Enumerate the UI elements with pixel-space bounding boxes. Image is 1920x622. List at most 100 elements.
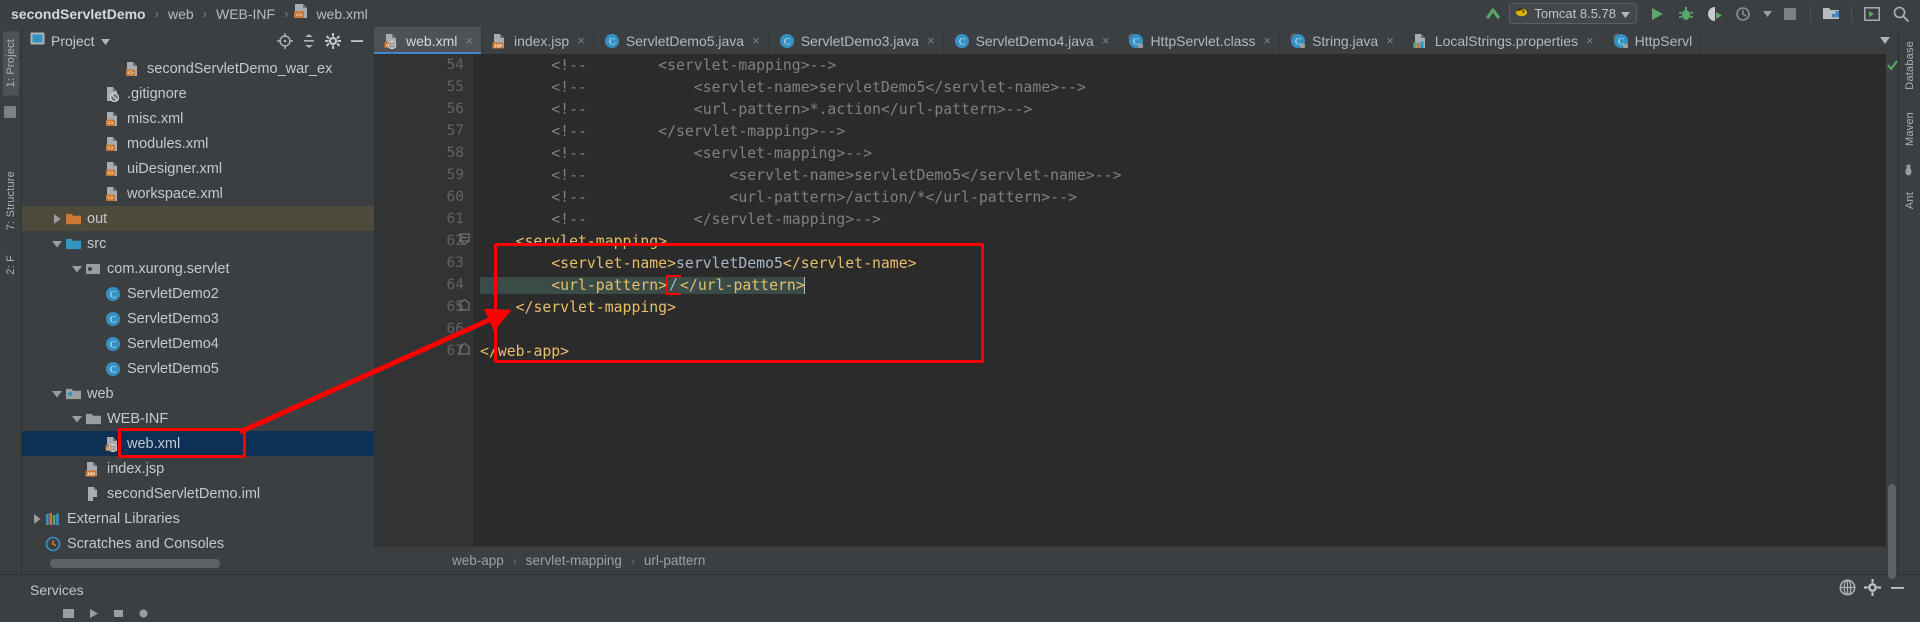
chevron-right-icon[interactable] xyxy=(50,213,64,224)
tree-item-external-libraries[interactable]: External Libraries xyxy=(22,506,374,531)
fold-end-icon[interactable] xyxy=(459,298,470,315)
chevron-down-icon[interactable] xyxy=(70,415,84,423)
code-line[interactable]: <!-- </servlet-mapping>--> xyxy=(474,120,1886,142)
code-line[interactable]: <servlet-mapping> xyxy=(474,230,1886,252)
tree-item-workspace-xml[interactable]: <> workspace.xml xyxy=(22,181,374,206)
rail-tab-project[interactable]: 1: Project xyxy=(2,31,19,96)
debug-button[interactable] xyxy=(1673,3,1699,25)
code-line[interactable] xyxy=(474,318,1886,340)
services-hide-button[interactable] xyxy=(1889,579,1906,601)
close-icon[interactable]: × xyxy=(577,33,585,48)
profiler-button[interactable] xyxy=(1731,3,1757,25)
run-anything-button[interactable] xyxy=(1859,3,1885,25)
chevron-down-icon[interactable] xyxy=(1872,27,1898,54)
chevron-down-icon[interactable] xyxy=(50,240,64,248)
services-settings-gear-icon[interactable] xyxy=(1864,578,1881,601)
search-everywhere-button[interactable] xyxy=(1888,3,1914,25)
chevron-right-icon[interactable] xyxy=(30,513,44,524)
ant-rail-icon[interactable] xyxy=(1902,164,1918,180)
services-title[interactable]: Services xyxy=(30,582,84,598)
deploy-button[interactable] xyxy=(1818,3,1844,25)
breadcrumb-webxml[interactable]: <> web.xml xyxy=(294,3,370,24)
close-icon[interactable]: × xyxy=(1263,33,1271,48)
close-icon[interactable]: × xyxy=(927,33,935,48)
code-line[interactable]: </web-app> xyxy=(474,340,1886,362)
run-configuration-selector[interactable]: Tomcat 8.5.78 xyxy=(1509,3,1637,24)
collapse-all-button[interactable] xyxy=(298,31,320,51)
fold-end-icon[interactable] xyxy=(459,342,470,359)
editor-breadcrumb-url-pattern[interactable]: url-pattern xyxy=(644,553,706,568)
editor-tab-index-jsp[interactable]: JSP index.jsp × xyxy=(482,27,594,54)
tree-item-servletdemo3[interactable]: C ServletDemo3 xyxy=(22,306,374,331)
code-line[interactable]: <!-- <servlet-mapping>--> xyxy=(474,54,1886,76)
tree-item-out[interactable]: out xyxy=(22,206,374,231)
code-line[interactable]: <servlet-name> servletDemo5 </servlet-name… xyxy=(474,252,1886,274)
rail-tab-database[interactable]: Database xyxy=(1902,33,1918,98)
project-tree[interactable]: <> secondServletDemo_war_ex .gitignore <> mi… xyxy=(22,54,374,574)
chevron-down-icon[interactable] xyxy=(50,390,64,398)
tree-item-uidesigner-xml[interactable]: <> uiDesigner.xml xyxy=(22,156,374,181)
tree-item-gitignore[interactable]: .gitignore xyxy=(22,81,374,106)
tree-item-web[interactable]: web xyxy=(22,381,374,406)
locate-file-button[interactable] xyxy=(274,31,296,51)
tree-item-servletdemo5[interactable]: C ServletDemo5 xyxy=(22,356,374,381)
services-run-icon[interactable] xyxy=(87,607,100,620)
update-application-icon[interactable] xyxy=(1480,3,1506,25)
editor-tab-httpservl[interactable]: C HttpServl xyxy=(1603,27,1702,54)
rail-tab-favorites[interactable]: 2: F xyxy=(3,247,19,283)
chevron-down-icon[interactable] xyxy=(70,265,84,273)
breadcrumb-webinf[interactable]: WEB-INF xyxy=(213,6,278,22)
run-button[interactable] xyxy=(1644,3,1670,25)
editor-vertical-scrollbar[interactable] xyxy=(1888,484,1896,579)
breadcrumb-web[interactable]: web xyxy=(165,6,197,22)
tree-item-web-inf[interactable]: WEB-INF xyxy=(22,406,374,431)
editor-tab-httpservlet-class[interactable]: C HttpServlet.class × xyxy=(1118,27,1281,54)
profiler-dropdown[interactable] xyxy=(1760,3,1774,25)
tree-item-secondservletdemo-war-ex[interactable]: <> secondServletDemo_war_ex xyxy=(22,56,374,81)
code-line[interactable]: </servlet-mapping> xyxy=(474,296,1886,318)
editor-tab-web-xml[interactable]: < web.xml × xyxy=(374,27,482,54)
chevron-down-icon[interactable] xyxy=(100,32,110,50)
editor-tab-localstrings-properties[interactable]: LocalStrings.properties × xyxy=(1403,27,1603,54)
stop-button[interactable] xyxy=(1777,3,1803,25)
code-line[interactable]: <url-pattern> / </url-pattern> xyxy=(474,274,1886,296)
code-line[interactable]: <!-- <servlet-mapping>--> xyxy=(474,142,1886,164)
code-line[interactable]: <!-- <url-pattern>*.action</url-pattern>… xyxy=(474,98,1886,120)
editor-error-stripe[interactable] xyxy=(1886,54,1898,579)
tree-item-servletdemo2[interactable]: C ServletDemo2 xyxy=(22,281,374,306)
code-line[interactable]: <!-- <url-pattern>/action/*</url-pattern… xyxy=(474,186,1886,208)
close-icon[interactable]: × xyxy=(752,33,760,48)
rail-tab-structure[interactable]: 7: Structure xyxy=(3,163,19,238)
close-icon[interactable]: × xyxy=(465,33,473,48)
fold-start-icon[interactable] xyxy=(459,233,470,249)
editor-tab-string-java[interactable]: C String.java × xyxy=(1280,27,1403,54)
rail-tab-maven[interactable]: Maven xyxy=(1902,104,1918,154)
settings-gear-icon[interactable] xyxy=(322,31,344,51)
tree-item-web-xml[interactable]: < web.xml xyxy=(22,431,374,456)
tree-item-index-jsp[interactable]: JSP index.jsp xyxy=(22,456,374,481)
tree-item-modules-xml[interactable]: <> modules.xml xyxy=(22,131,374,156)
tree-item-servletdemo4[interactable]: C ServletDemo4 xyxy=(22,331,374,356)
rail-tab-ant[interactable]: Ant xyxy=(1902,184,1918,217)
run-with-coverage-button[interactable] xyxy=(1702,3,1728,25)
tree-item-scratches-and-consoles[interactable]: Scratches and Consoles xyxy=(22,531,374,556)
close-icon[interactable]: × xyxy=(1102,33,1110,48)
code-editor[interactable]: <!-- <servlet-mapping>--> <!-- <servlet-… xyxy=(474,54,1886,546)
editor-tab-servletdemo5-java[interactable]: C ServletDemo5.java × xyxy=(594,27,769,54)
code-line[interactable]: <!-- <servlet-name>servletDemo5</servlet… xyxy=(474,76,1886,98)
tree-item-misc-xml[interactable]: <> misc.xml xyxy=(22,106,374,131)
tree-horizontal-scrollbar[interactable] xyxy=(50,559,220,568)
editor-tab-servletdemo3-java[interactable]: C ServletDemo3.java × xyxy=(769,27,944,54)
services-settings-icon[interactable] xyxy=(137,607,150,620)
editor-tab-servletdemo4-java[interactable]: C ServletDemo4.java × xyxy=(944,27,1119,54)
services-filter-icon[interactable] xyxy=(112,607,125,620)
hide-panel-button[interactable] xyxy=(346,31,368,51)
editor-breadcrumb-servlet-mapping[interactable]: servlet-mapping xyxy=(526,553,622,568)
code-line[interactable]: <!-- <servlet-name>servletDemo5</servlet… xyxy=(474,164,1886,186)
tree-item-com-xurong-servlet[interactable]: com.xurong.servlet xyxy=(22,256,374,281)
services-add-icon[interactable] xyxy=(62,607,75,620)
breadcrumb-project[interactable]: secondServletDemo xyxy=(8,6,149,22)
structure-rail-icon[interactable] xyxy=(3,105,19,121)
services-help-button[interactable] xyxy=(1839,579,1856,601)
close-icon[interactable]: × xyxy=(1586,33,1594,48)
